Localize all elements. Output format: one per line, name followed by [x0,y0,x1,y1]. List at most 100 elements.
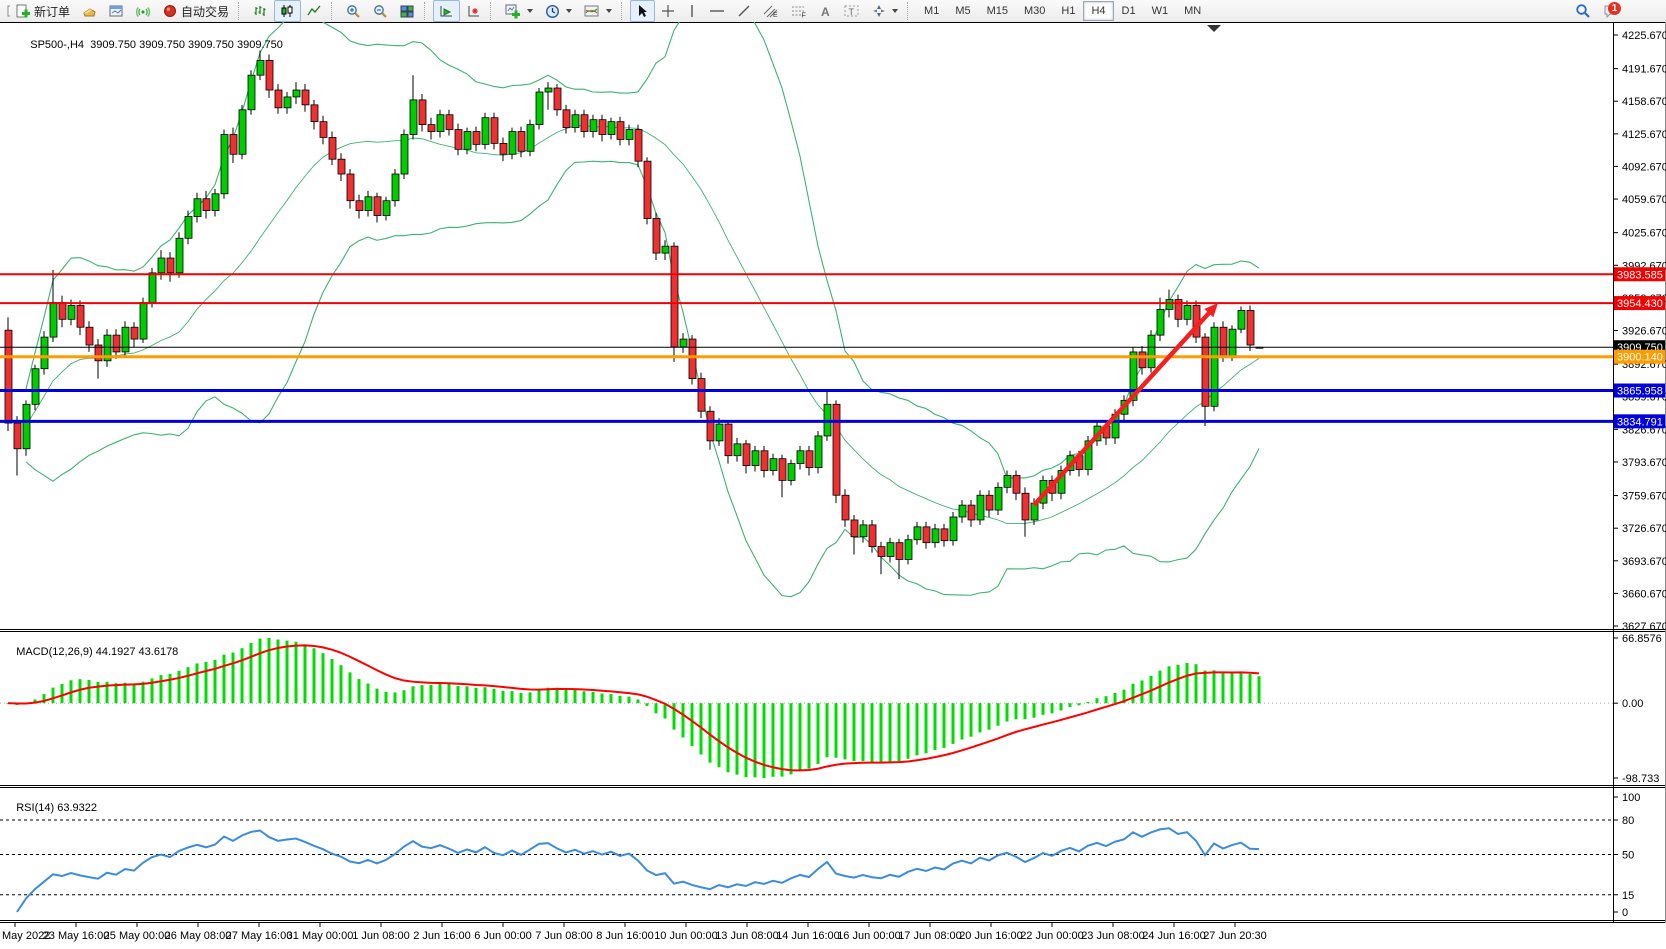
candle-body [779,459,786,481]
arrows-icon [872,4,886,18]
candle-body [941,529,948,541]
tab-timeframe-h1[interactable]: H1 [1053,1,1083,21]
autotrade-button[interactable]: 自动交易 [157,0,235,22]
search-button[interactable] [1569,0,1597,22]
svg-text:4225.670: 4225.670 [1622,30,1666,42]
candle-body [923,527,930,543]
candle-body [977,495,984,520]
candle-body [1247,310,1254,345]
vertical-line-icon [687,4,697,18]
candle-body [680,339,687,347]
new-chart-button[interactable] [499,0,539,22]
candle-body [1148,335,1155,368]
candle-body [806,451,813,468]
candle-body [1031,503,1038,520]
trendline-tool-button[interactable] [731,0,757,22]
tab-timeframe-m1[interactable]: M1 [916,1,947,21]
candle-body [581,115,588,132]
vertical-line-tool-button[interactable] [681,0,703,22]
label-tool-button[interactable]: T [838,0,866,22]
svg-text:4158.670: 4158.670 [1622,96,1666,108]
tile-windows-button[interactable] [394,0,421,22]
chart-shift-button[interactable] [460,0,487,22]
candle-body [230,134,237,154]
candle-body [446,115,453,130]
auto-scroll-button[interactable] [433,0,460,22]
candle-body [464,132,471,150]
time-axis-label: 16 Jun 00:00 [837,930,901,942]
new-order-button[interactable]: 新订单 [10,0,76,22]
arrows-tool-button[interactable] [866,0,904,22]
clipped-toolbar-icon[interactable] [0,3,10,19]
chart-shift-icon [466,4,481,18]
svg-text:F: F [802,13,806,19]
crosshair-icon [661,4,675,18]
candle-body [194,199,201,217]
candle-body [887,543,894,557]
cursor-tool-button[interactable] [630,0,655,22]
tab-timeframe-w1[interactable]: W1 [1144,1,1177,21]
tab-timeframe-mn[interactable]: MN [1176,1,1209,21]
candle-body [1184,305,1191,319]
notifications-button[interactable]: 1 [1597,0,1626,22]
data-window-button[interactable] [103,0,130,22]
svg-text:E: E [773,12,778,18]
search-icon [1575,3,1591,19]
candle-body [896,543,903,560]
time-axis-label: 25 May 00:00 [104,930,171,942]
candle-body [554,88,561,110]
horizontal-line-tool-button[interactable] [703,0,731,22]
candle-body [149,273,156,303]
svg-text:4125.670: 4125.670 [1622,129,1666,141]
candle-body [635,130,642,162]
channel-tool-button[interactable]: E [757,0,785,22]
periods-icon [545,4,560,19]
svg-text:3926.670: 3926.670 [1622,326,1666,338]
candle-body [338,159,345,174]
horizontal-line-icon [709,4,725,18]
tab-timeframe-h4[interactable]: H4 [1083,1,1113,21]
svg-text:80: 80 [1622,815,1634,827]
tab-timeframe-d1[interactable]: D1 [1114,1,1144,21]
bar-chart-button[interactable] [247,0,274,22]
candlestick-chart-icon [280,4,295,18]
candle-body [707,411,714,441]
candle-body [293,90,300,97]
zoom-in-button[interactable] [340,0,367,22]
new-chart-icon [505,4,521,19]
line-chart-button[interactable] [301,0,328,22]
fibonacci-tool-button[interactable]: F [785,0,813,22]
periods-button[interactable] [539,0,578,22]
candle-body [77,305,84,327]
candle-body [725,424,732,456]
zoom-out-button[interactable] [367,0,394,22]
candle-body [500,143,507,154]
market-watch-button[interactable] [76,0,103,22]
candle-body [851,520,858,537]
zoom-out-icon [373,4,388,19]
candle-body [455,130,462,150]
crosshair-tool-button[interactable] [655,0,681,22]
text-tool-button[interactable]: A [813,0,838,22]
candle-body [914,527,921,540]
tab-timeframe-m30[interactable]: M30 [1016,1,1053,21]
time-axis-label: 23 May 16:00 [43,930,110,942]
candle-body [122,327,129,352]
candle-body [590,120,597,132]
symbol-name: SP500-,H4 [30,39,84,51]
chart-canvas[interactable]: 4225.6704191.6704158.6704125.6704092.670… [0,22,1666,944]
tab-timeframe-m5[interactable]: M5 [947,1,978,21]
label-icon: T [844,4,860,18]
candlestick-chart-button[interactable] [274,0,301,22]
line-chart-icon [307,4,322,18]
signals-button[interactable] [130,0,157,22]
indicators-button[interactable] [578,0,618,22]
candle-body [401,134,408,174]
time-axis-label: 10 Jun 00:00 [654,930,718,942]
candle-body [32,369,39,405]
candle-body [356,201,363,211]
candle-body [221,134,228,193]
svg-text:0.00: 0.00 [1622,698,1643,710]
tab-timeframe-m15[interactable]: M15 [979,1,1016,21]
candle-body [23,404,30,448]
